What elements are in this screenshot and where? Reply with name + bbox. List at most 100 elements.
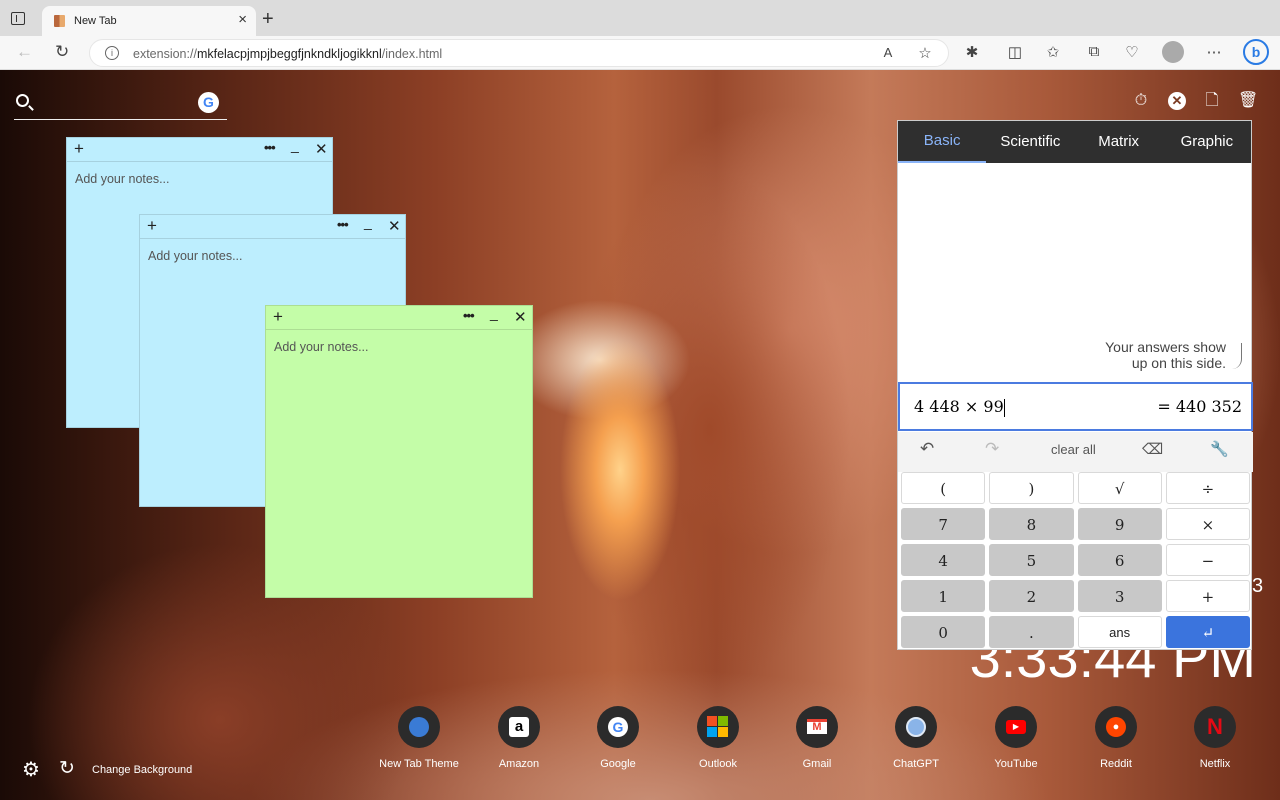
undo-icon[interactable]: ↶ xyxy=(920,439,934,459)
more-icon[interactable]: ••• xyxy=(337,217,349,232)
note-text[interactable]: Add your notes... xyxy=(266,330,532,364)
key-open-paren[interactable]: ( xyxy=(901,472,986,504)
url-text[interactable]: extension://mkfelacpjmpjbeggfjnkndkljogi… xyxy=(133,47,442,61)
shortcut-label: Google xyxy=(600,758,636,770)
address-bar[interactable]: i extension://mkfelacpjmpjbeggfjnkndkljo… xyxy=(89,39,949,67)
close-icon[interactable]: ✕ xyxy=(315,140,328,158)
key-8[interactable]: 8 xyxy=(989,508,1074,540)
tab-matrix[interactable]: Matrix xyxy=(1075,121,1163,163)
key-ans[interactable]: ans xyxy=(1077,616,1162,648)
tab-close-icon[interactable]: × xyxy=(238,12,247,27)
expression-input[interactable]: 4 448 × 99 = 440 352 xyxy=(898,382,1253,431)
add-icon[interactable]: + xyxy=(74,139,84,159)
profile-avatar[interactable] xyxy=(1162,41,1184,63)
key-enter[interactable]: ↵ xyxy=(1165,616,1250,648)
key-5[interactable]: 5 xyxy=(989,544,1074,576)
shortcut-reddit[interactable]: ● Reddit xyxy=(1076,706,1156,770)
shortcut-amazon[interactable]: a Amazon xyxy=(479,706,559,770)
tab-new-tab[interactable]: New Tab × xyxy=(42,6,256,36)
extensions-icon[interactable]: ✱ xyxy=(962,43,982,61)
shortcut-chatgpt[interactable]: ChatGPT xyxy=(876,706,956,770)
more-icon[interactable]: ••• xyxy=(463,308,475,323)
more-menu-icon[interactable]: ⋯ xyxy=(1204,43,1224,61)
key-divide[interactable]: ÷ xyxy=(1165,472,1250,504)
key-decimal[interactable]: . xyxy=(989,616,1074,648)
bing-copilot-icon[interactable]: b xyxy=(1243,39,1269,65)
add-icon[interactable]: + xyxy=(273,307,283,327)
google-search-engine-icon[interactable]: G xyxy=(198,92,219,113)
search-bar[interactable]: G xyxy=(14,90,227,120)
key-multiply[interactable]: × xyxy=(1165,508,1250,540)
change-background-button[interactable]: Change Background xyxy=(92,764,192,776)
keypad: ( ) √ ÷ 7 8 9 × 4 5 6 − 1 2 3 + 0 . ans … xyxy=(901,472,1250,648)
backspace-icon[interactable]: ⌫ xyxy=(1142,440,1163,458)
tab-actions-icon[interactable] xyxy=(11,12,25,25)
key-sqrt[interactable]: √ xyxy=(1077,472,1162,504)
reload-icon[interactable]: ↻ xyxy=(55,42,69,62)
refresh-background-icon[interactable]: ↻ xyxy=(59,757,75,780)
redo-icon[interactable]: ↷ xyxy=(985,439,999,459)
trash-icon[interactable]: 🗑 xyxy=(1238,92,1258,110)
url-path: /index.html xyxy=(381,47,443,61)
favorites-icon[interactable]: ✩ xyxy=(1043,43,1063,61)
collections-icon[interactable]: ⧉ xyxy=(1084,43,1104,60)
key-3[interactable]: 3 xyxy=(1077,580,1162,612)
note-header: + ••• _ ✕ xyxy=(266,305,532,330)
key-4[interactable]: 4 xyxy=(901,544,986,576)
gmail-icon: M xyxy=(796,706,838,748)
shortcut-label: Netflix xyxy=(1199,758,1231,770)
timer-icon[interactable]: ⏱ xyxy=(1132,92,1150,110)
shortcut-label: Outlook xyxy=(699,758,737,770)
tab-scientific[interactable]: Scientific xyxy=(986,121,1074,163)
key-plus[interactable]: + xyxy=(1165,580,1250,612)
outlook-icon xyxy=(697,706,739,748)
clear-all-button[interactable]: clear all xyxy=(1051,442,1096,457)
youtube-icon: ▶ xyxy=(995,706,1037,748)
minimize-icon[interactable]: _ xyxy=(490,305,498,321)
chatgpt-icon xyxy=(895,706,937,748)
note-text[interactable]: Add your notes... xyxy=(67,162,332,196)
key-7[interactable]: 7 xyxy=(901,508,986,540)
calculator-widget: Basic Scientific Matrix Graphic Your ans… xyxy=(897,120,1253,650)
key-0[interactable]: 0 xyxy=(901,616,986,648)
note-text[interactable]: Add your notes... xyxy=(140,239,405,273)
key-2[interactable]: 2 xyxy=(989,580,1074,612)
browser-essentials-icon[interactable]: ♡ xyxy=(1122,43,1142,61)
url-scheme: extension:// xyxy=(133,47,197,61)
key-minus[interactable]: − xyxy=(1165,544,1250,576)
site-info-icon[interactable]: i xyxy=(105,46,119,60)
hint-arrow-icon xyxy=(1232,343,1242,369)
key-1[interactable]: 1 xyxy=(901,580,986,612)
sticky-note-3[interactable]: + ••• _ ✕ Add your notes... xyxy=(265,305,533,598)
shortcut-netflix[interactable]: N Netflix xyxy=(1175,706,1255,770)
tab-basic[interactable]: Basic xyxy=(898,121,987,163)
favorite-star-icon[interactable]: ☆ xyxy=(915,44,935,62)
new-tab-page: G ⏱ ✕ 🗋 🗑 + ••• _ ✕ Add your notes... + … xyxy=(0,70,1280,800)
close-icon[interactable]: ✕ xyxy=(388,217,401,235)
close-widgets-icon[interactable]: ✕ xyxy=(1168,92,1186,110)
calculator-toolbar: ↶ ↷ clear all ⌫ 🔧 xyxy=(898,432,1253,472)
minimize-icon[interactable]: _ xyxy=(364,214,372,230)
minimize-icon[interactable]: _ xyxy=(291,137,299,153)
add-icon[interactable]: + xyxy=(147,216,157,236)
read-aloud-icon[interactable]: A xyxy=(878,45,898,60)
close-icon[interactable]: ✕ xyxy=(514,308,527,326)
tab-graphic[interactable]: Graphic xyxy=(1163,121,1251,163)
settings-gear-icon[interactable]: ⚙ xyxy=(22,757,40,782)
shortcut-new-tab-theme[interactable]: New Tab Theme xyxy=(379,706,459,770)
new-tab-button[interactable]: + xyxy=(262,9,274,29)
shortcut-outlook[interactable]: Outlook xyxy=(678,706,758,770)
shortcut-gmail[interactable]: M Gmail xyxy=(777,706,857,770)
settings-wrench-icon[interactable]: 🔧 xyxy=(1210,440,1229,458)
key-6[interactable]: 6 xyxy=(1077,544,1162,576)
more-icon[interactable]: ••• xyxy=(264,140,276,155)
back-icon[interactable]: ← xyxy=(16,42,33,62)
calculator-tabs: Basic Scientific Matrix Graphic xyxy=(898,121,1251,163)
add-note-icon[interactable]: 🗋 xyxy=(1203,92,1221,110)
key-9[interactable]: 9 xyxy=(1077,508,1162,540)
key-close-paren[interactable]: ) xyxy=(989,472,1074,504)
shortcut-label: ChatGPT xyxy=(893,758,939,770)
split-screen-icon[interactable]: ◫ xyxy=(1005,43,1025,61)
shortcut-youtube[interactable]: ▶ YouTube xyxy=(976,706,1056,770)
shortcut-google[interactable]: G Google xyxy=(578,706,658,770)
